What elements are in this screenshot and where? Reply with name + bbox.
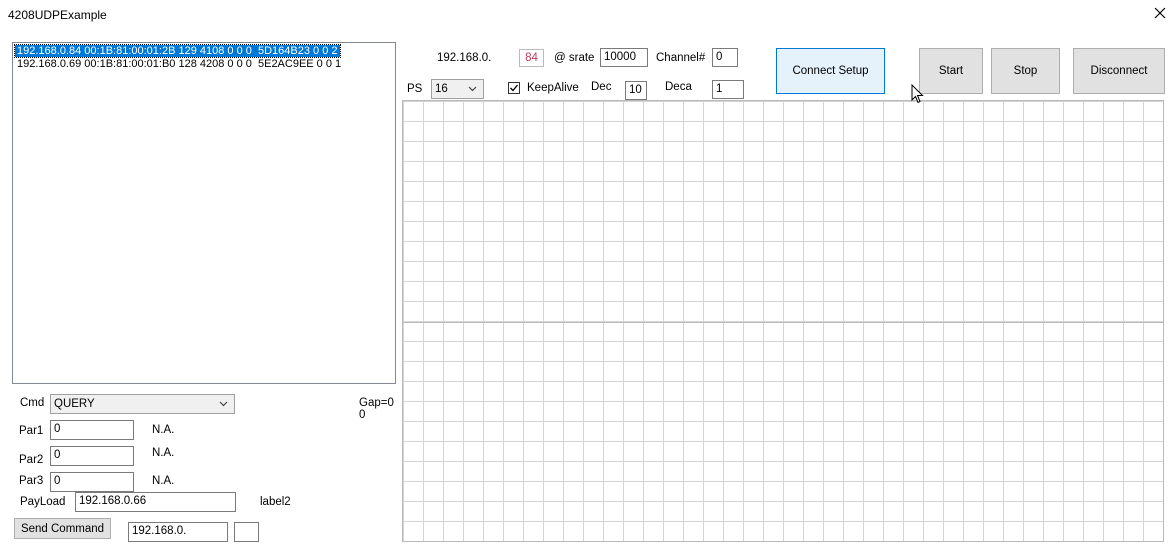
cmd-value: QUERY (54, 398, 95, 410)
stop-button[interactable]: Stop (991, 48, 1060, 94)
start-button[interactable]: Start (919, 48, 983, 94)
label2-text: label2 (260, 496, 291, 508)
chevron-down-icon (468, 83, 477, 97)
deca-field[interactable]: 1 (712, 80, 744, 99)
dec-label: Dec (591, 81, 612, 93)
window-title: 4208UDPExample (8, 8, 107, 22)
ps-dropdown[interactable]: 16 (431, 79, 484, 99)
par2-label: Par2 (19, 454, 44, 466)
dec-field[interactable]: 10 (625, 81, 647, 100)
close-icon[interactable] (1151, 4, 1169, 22)
ps-label: PS (407, 83, 423, 95)
mouse-cursor-icon (911, 83, 924, 107)
srate-label: @ srate (554, 52, 595, 64)
gap-value: 0 (359, 409, 366, 421)
cmd-label: Cmd (20, 397, 45, 409)
par1-note: N.A. (152, 424, 175, 436)
keepalive-checkbox[interactable] (508, 82, 520, 94)
gap-label: Gap=0 (359, 397, 394, 409)
list-item[interactable]: 192.168.0.69 00:1B:81:00:01:B0 128 4208 … (15, 58, 343, 70)
par2-field[interactable]: 0 (50, 446, 134, 466)
ip-prefix-label: 192.168.0. (437, 52, 492, 64)
disconnect-button[interactable]: Disconnect (1073, 48, 1165, 94)
srate-field[interactable]: 10000 (600, 48, 648, 67)
par3-note: N.A. (152, 475, 175, 487)
send-ip-field[interactable]: 192.168.0. (128, 522, 228, 542)
par3-label: Par3 (19, 475, 44, 487)
chevron-down-icon (219, 398, 228, 412)
ip-last-octet-field[interactable]: 84 (519, 49, 544, 67)
connect-setup-button[interactable]: Connect Setup (776, 48, 885, 94)
par3-field[interactable]: 0 (50, 472, 134, 492)
send-extra-field[interactable] (234, 522, 259, 542)
chart-midline (403, 322, 1163, 323)
ps-value: 16 (435, 83, 448, 95)
par2-note: N.A. (152, 447, 175, 459)
signal-chart[interactable] (402, 100, 1164, 542)
par1-label: Par1 (19, 425, 44, 437)
list-item[interactable]: 192.168.0.84 00:1B:81:00:01:2B 129 4108 … (14, 44, 341, 58)
cmd-dropdown[interactable]: QUERY (50, 394, 235, 414)
deca-label: Deca (665, 81, 692, 93)
par1-field[interactable]: 0 (50, 420, 134, 440)
send-command-button[interactable]: Send Command (14, 518, 111, 539)
device-listbox[interactable]: 192.168.0.84 00:1B:81:00:01:2B 129 4108 … (12, 42, 396, 384)
channel-label: Channel# (656, 52, 706, 64)
payload-field[interactable]: 192.168.0.66 (75, 492, 236, 512)
keepalive-label: KeepAlive (527, 82, 579, 94)
channel-field[interactable]: 0 (712, 48, 738, 67)
payload-label: PayLoad (20, 496, 66, 508)
check-icon (510, 84, 519, 92)
